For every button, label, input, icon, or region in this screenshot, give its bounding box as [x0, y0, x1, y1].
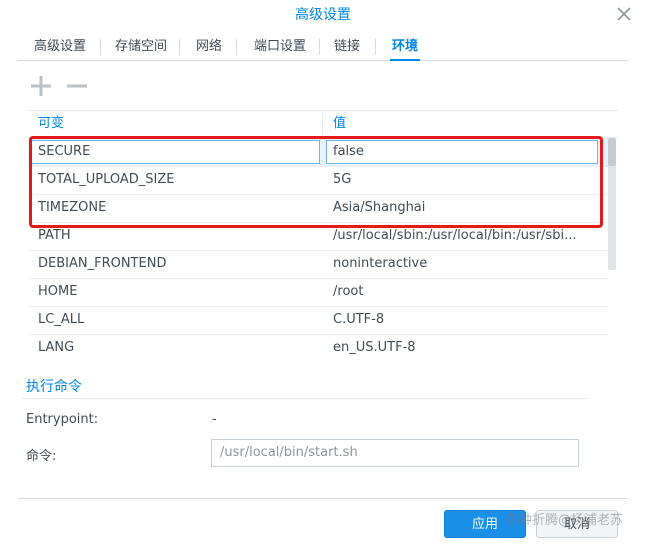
row-value: false [333, 144, 364, 159]
table-row[interactable]: LANG en_US.UTF-8 [28, 334, 608, 362]
row-value: 5G [333, 172, 352, 187]
row-key: PATH [38, 228, 71, 243]
table-row[interactable]: LC_ALL C.UTF-8 [28, 306, 608, 335]
footer-divider [18, 498, 628, 499]
minus-icon[interactable] [65, 74, 89, 98]
row-key: LC_ALL [38, 312, 85, 327]
row-key: DEBIAN_FRONTEND [38, 256, 167, 271]
tab-storage[interactable]: 存储空间 [115, 34, 167, 60]
command-label: 命令: [26, 449, 57, 464]
row-value: noninteractive [333, 256, 428, 271]
window-title: 高级设置 [295, 7, 351, 23]
tab-links[interactable]: 链接 [334, 34, 360, 60]
tab-network[interactable]: 网络 [196, 34, 222, 60]
table-row[interactable]: PATH /usr/local/sbin:/usr/local/bin:/usr… [28, 222, 608, 251]
table-row[interactable]: SECURE false [28, 138, 608, 167]
environment-table: 可变 值 SECURE false TOTAL_UPLOAD_SIZE 5G T… [28, 110, 618, 363]
command-input[interactable]: /usr/local/bin/start.sh [211, 439, 579, 467]
tab-advanced-settings[interactable]: 高级设置 [34, 34, 86, 60]
tab-bar: 高级设置 存储空间 网络 端口设置 链接 环境 [18, 30, 628, 61]
row-value: C.UTF-8 [333, 312, 385, 327]
column-header-value[interactable]: 值 [333, 111, 346, 137]
table-row[interactable]: HOME /root [28, 278, 608, 307]
row-key: HOME [38, 284, 78, 299]
apply-button[interactable]: 应用 [444, 510, 526, 538]
row-key: TIMEZONE [38, 200, 107, 215]
table-scrollbar-thumb[interactable] [608, 138, 616, 166]
row-value: en_US.UTF-8 [333, 340, 416, 355]
table-row[interactable]: TOTAL_UPLOAD_SIZE 5G [28, 166, 608, 195]
section-title-exec: 执行命令 [26, 379, 82, 395]
column-header-variable[interactable]: 可变 [38, 111, 64, 137]
table-row[interactable]: DEBIAN_FRONTEND noninteractive [28, 250, 608, 279]
tab-environment[interactable]: 环境 [390, 34, 420, 61]
section-divider [22, 398, 588, 399]
close-icon[interactable] [616, 6, 632, 22]
row-key: SECURE [38, 144, 91, 159]
row-value: /root [333, 284, 364, 299]
table-row[interactable]: TIMEZONE Asia/Shanghai [28, 194, 608, 223]
entrypoint-value: - [212, 412, 217, 427]
row-value: Asia/Shanghai [333, 200, 426, 215]
cancel-button[interactable]: 取消 [536, 510, 618, 538]
table-header: 可变 值 [28, 111, 618, 138]
plus-icon[interactable] [29, 74, 53, 98]
row-value: /usr/local/sbin:/usr/local/bin:/usr/sbi.… [333, 228, 577, 243]
row-key: LANG [38, 340, 75, 355]
entrypoint-label: Entrypoint: [26, 412, 99, 427]
row-key: TOTAL_UPLOAD_SIZE [38, 172, 175, 187]
tab-port-settings[interactable]: 端口设置 [254, 34, 306, 60]
